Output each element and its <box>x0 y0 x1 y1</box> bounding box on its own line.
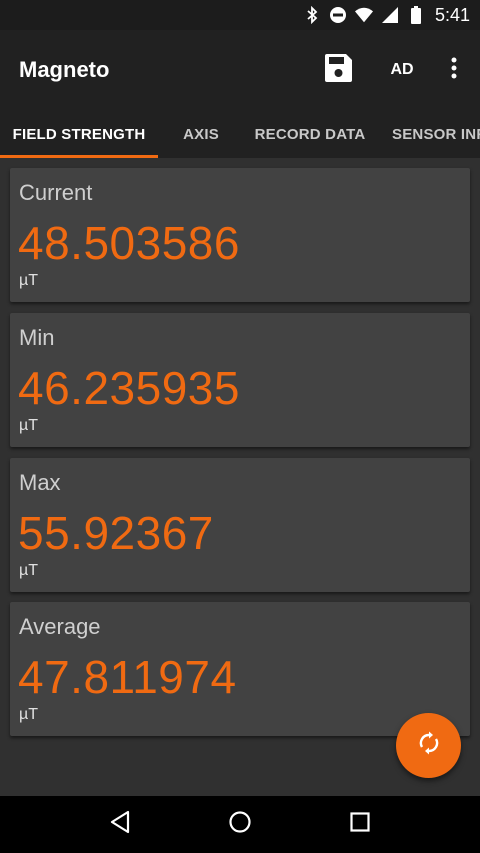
battery-icon <box>407 6 425 24</box>
refresh-fab[interactable] <box>396 713 461 778</box>
more-options-button[interactable] <box>434 38 474 102</box>
recents-button[interactable] <box>330 796 390 853</box>
save-icon <box>323 53 353 88</box>
max-card: Max 55.92367 µT <box>10 458 470 592</box>
do-not-disturb-icon <box>329 6 347 24</box>
card-value: 55.92367 <box>18 507 214 559</box>
refresh-icon <box>417 731 441 760</box>
card-value: 47.811974 <box>18 651 237 703</box>
app-title: Magneto <box>19 57 110 82</box>
back-button[interactable] <box>90 796 150 853</box>
tab-record-data[interactable]: RECORD DATA <box>244 110 376 158</box>
ad-button[interactable]: AD <box>380 61 424 79</box>
tab-axis[interactable]: AXIS <box>158 110 244 158</box>
tab-bar: FIELD STRENGTH AXIS RECORD DATA SENSOR I… <box>0 110 480 158</box>
app-bar: Magneto AD <box>0 30 480 110</box>
average-card: Average 47.811974 µT <box>10 602 470 736</box>
card-unit: µT <box>19 706 38 723</box>
card-label: Average <box>19 614 101 639</box>
min-card: Min 46.235935 µT <box>10 313 470 447</box>
status-bar: 5:41 <box>0 0 480 30</box>
card-unit: µT <box>19 562 38 579</box>
back-icon <box>109 810 131 839</box>
app-bar-actions: AD <box>306 30 480 110</box>
field-strength-panel: Current 48.503586 µT Min 46.235935 µT Ma… <box>0 158 480 796</box>
cell-signal-icon <box>381 6 399 24</box>
wifi-icon <box>354 6 373 24</box>
card-value: 46.235935 <box>18 362 240 414</box>
tab-field-strength[interactable]: FIELD STRENGTH <box>0 110 158 158</box>
card-label: Min <box>19 325 55 350</box>
current-card: Current 48.503586 µT <box>10 168 470 302</box>
card-label: Current <box>19 180 93 205</box>
more-vert-icon <box>451 57 457 84</box>
card-unit: µT <box>19 272 38 289</box>
home-button[interactable] <box>210 796 270 853</box>
tab-sensor-info[interactable]: SENSOR INFO <box>376 110 480 158</box>
bluetooth-icon <box>303 6 321 24</box>
card-unit: µT <box>19 417 38 434</box>
home-icon <box>228 810 252 839</box>
card-label: Max <box>19 470 61 495</box>
system-nav-bar <box>0 796 480 853</box>
recents-icon <box>350 812 370 837</box>
card-value: 48.503586 <box>18 217 240 269</box>
status-time: 5:41 <box>434 4 470 25</box>
save-button[interactable] <box>306 38 370 102</box>
